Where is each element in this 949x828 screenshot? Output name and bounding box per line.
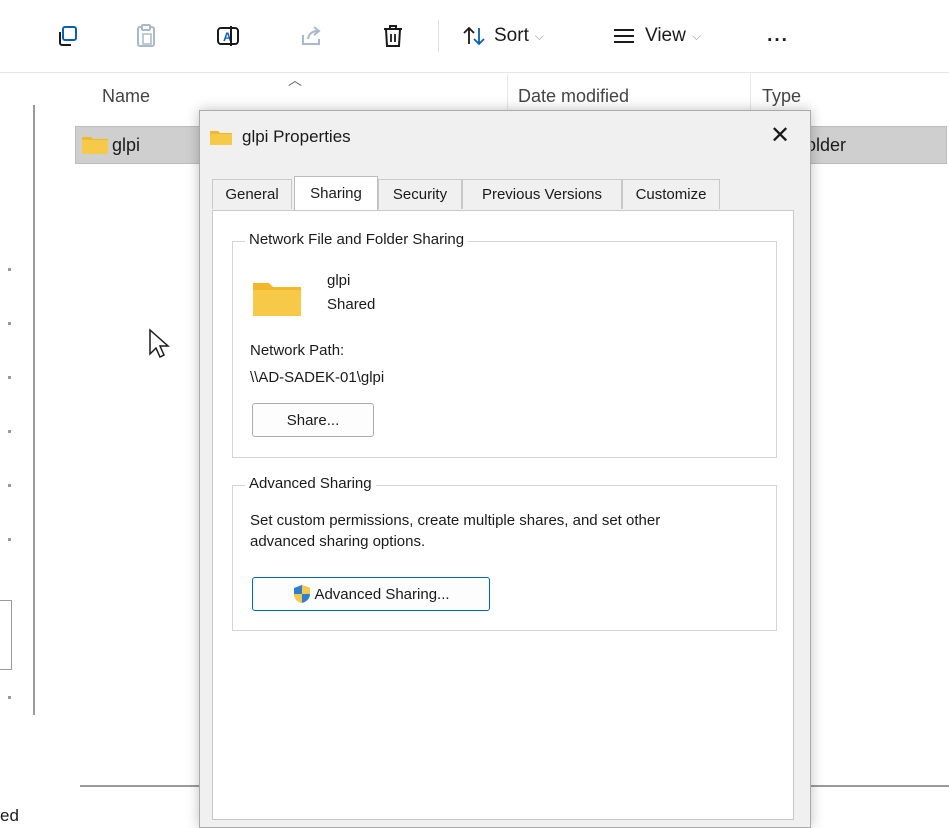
advanced-sharing-button[interactable]: Advanced Sharing...	[252, 577, 490, 611]
network-path-value: \\AD-SADEK-01\glpi	[250, 369, 385, 386]
advanced-sharing-group: Advanced Sharing Set custom permissions,…	[232, 475, 777, 631]
share-button[interactable]: Share...	[252, 403, 374, 437]
column-divider[interactable]	[507, 74, 508, 114]
toolbar-separator	[438, 20, 439, 52]
navigation-pane-scrollbar[interactable]	[33, 105, 35, 715]
horizontal-scrollbar[interactable]	[80, 785, 199, 787]
more-options-button[interactable]: ...	[758, 22, 798, 50]
group-legend: Network File and Folder Sharing	[245, 231, 469, 248]
chevron-down-icon: ⌵	[534, 28, 544, 43]
view-button[interactable]: View ⌵	[613, 22, 723, 50]
column-header-name[interactable]: Name	[102, 86, 150, 107]
tab-security[interactable]: Security	[378, 179, 462, 209]
horizontal-scrollbar[interactable]	[810, 785, 949, 787]
nav-dot	[8, 538, 11, 541]
tab-sharing[interactable]: Sharing	[294, 176, 378, 210]
paste-icon[interactable]	[130, 22, 162, 50]
nav-dot	[8, 696, 11, 699]
file-type: older	[806, 135, 847, 155]
advanced-sharing-description-line2: advanced sharing options.	[250, 533, 426, 550]
nav-dot	[8, 430, 11, 433]
network-sharing-group: Network File and Folder Sharing glpi Sha…	[232, 231, 777, 458]
column-divider[interactable]	[750, 74, 751, 114]
sort-icon	[463, 26, 485, 46]
sort-button[interactable]: Sort ⌵	[462, 22, 577, 50]
share-icon[interactable]	[295, 22, 327, 50]
nav-dot	[8, 376, 11, 379]
more-icon: ...	[767, 25, 789, 46]
folder-icon	[210, 131, 232, 145]
advanced-sharing-button-label: Advanced Sharing...	[314, 585, 450, 603]
dialog-title: glpi Properties	[242, 127, 351, 146]
tab-customize[interactable]: Customize	[622, 179, 720, 209]
folder-icon	[253, 283, 301, 316]
tab-label: Security	[392, 186, 448, 203]
dialog-title-bar[interactable]: glpi Properties	[210, 127, 351, 147]
file-name: glpi	[112, 135, 141, 155]
chevron-down-icon: ⌵	[691, 28, 701, 43]
tab-general[interactable]: General	[212, 179, 292, 209]
column-header-date-modified[interactable]: Date modified	[518, 86, 629, 107]
uac-shield-icon	[294, 585, 311, 603]
shared-status: Shared	[327, 296, 376, 313]
tab-label: General	[225, 186, 279, 203]
tab-label: Sharing	[310, 185, 362, 202]
tab-previous-versions[interactable]: Previous Versions	[462, 179, 622, 209]
advanced-sharing-description: Set custom permissions, create multiple …	[250, 512, 661, 529]
nav-dot	[8, 322, 11, 325]
navigation-pane-item[interactable]	[0, 600, 12, 670]
folder-icon	[82, 137, 108, 154]
mouse-cursor-icon	[149, 328, 170, 359]
sort-caret-icon: ︿	[288, 72, 302, 88]
group-legend: Advanced Sharing	[245, 475, 376, 492]
tab-label: Customize	[635, 186, 707, 203]
view-label: View	[645, 25, 686, 46]
close-icon[interactable]: ✕	[770, 121, 790, 150]
nav-dot	[8, 484, 11, 487]
column-header-type[interactable]: Type	[762, 86, 801, 107]
properties-dialog: glpi Properties ✕ General Sharing Securi…	[199, 110, 811, 828]
copy-icon[interactable]	[52, 22, 84, 50]
network-path-label: Network Path:	[250, 342, 345, 359]
tab-label: Previous Versions	[481, 186, 603, 203]
nav-dot	[8, 268, 11, 271]
rename-icon[interactable]: A	[212, 22, 244, 50]
shared-folder-name: glpi	[327, 272, 351, 289]
command-bar: A Sort ⌵ View ⌵ ...	[0, 0, 949, 73]
view-icon	[614, 29, 634, 43]
share-button-label: Share...	[286, 411, 340, 429]
delete-icon[interactable]	[377, 22, 409, 50]
sharing-tab-panel: Network File and Folder Sharing glpi Sha…	[212, 210, 794, 820]
status-bar-text: ed	[0, 806, 19, 825]
sort-label: Sort	[494, 25, 529, 46]
